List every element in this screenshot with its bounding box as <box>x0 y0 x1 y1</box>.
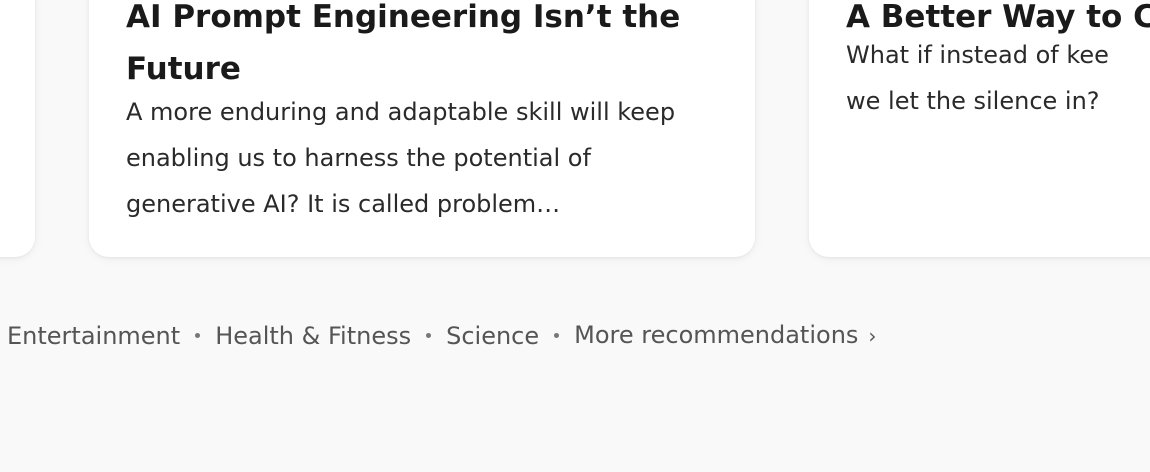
topic-link-science[interactable]: Science <box>446 317 539 355</box>
topic-link-health-fitness[interactable]: Health & Fitness <box>215 317 411 355</box>
page: AI Prompt Engineering Isn’t the Future A… <box>0 0 1150 472</box>
story-title[interactable]: AI Prompt Engineering Isn’t the Future <box>126 0 719 95</box>
separator-dot <box>554 333 560 338</box>
separator-dot <box>426 333 432 338</box>
more-recommendations-label: More recommendations <box>574 321 859 349</box>
topic-links: Entertainment Health & Fitness Science M… <box>7 316 876 355</box>
story-card-next[interactable]: A Better Way to C What if instead of kee… <box>809 0 1150 257</box>
topic-link-entertainment[interactable]: Entertainment <box>7 317 180 355</box>
description-line-2: we let the silence in? <box>846 87 1100 115</box>
story-card[interactable]: AI Prompt Engineering Isn’t the Future A… <box>89 0 755 257</box>
story-description-next: What if instead of kee we let the silenc… <box>846 32 1150 124</box>
description-line-1: What if instead of kee <box>846 41 1109 69</box>
more-recommendations-link[interactable]: More recommendations › <box>574 316 876 355</box>
separator-dot <box>195 333 201 338</box>
story-card-previous[interactable] <box>0 0 35 257</box>
chevron-right-icon: › <box>868 324 877 348</box>
story-description: A more enduring and adaptable skill will… <box>126 98 676 218</box>
